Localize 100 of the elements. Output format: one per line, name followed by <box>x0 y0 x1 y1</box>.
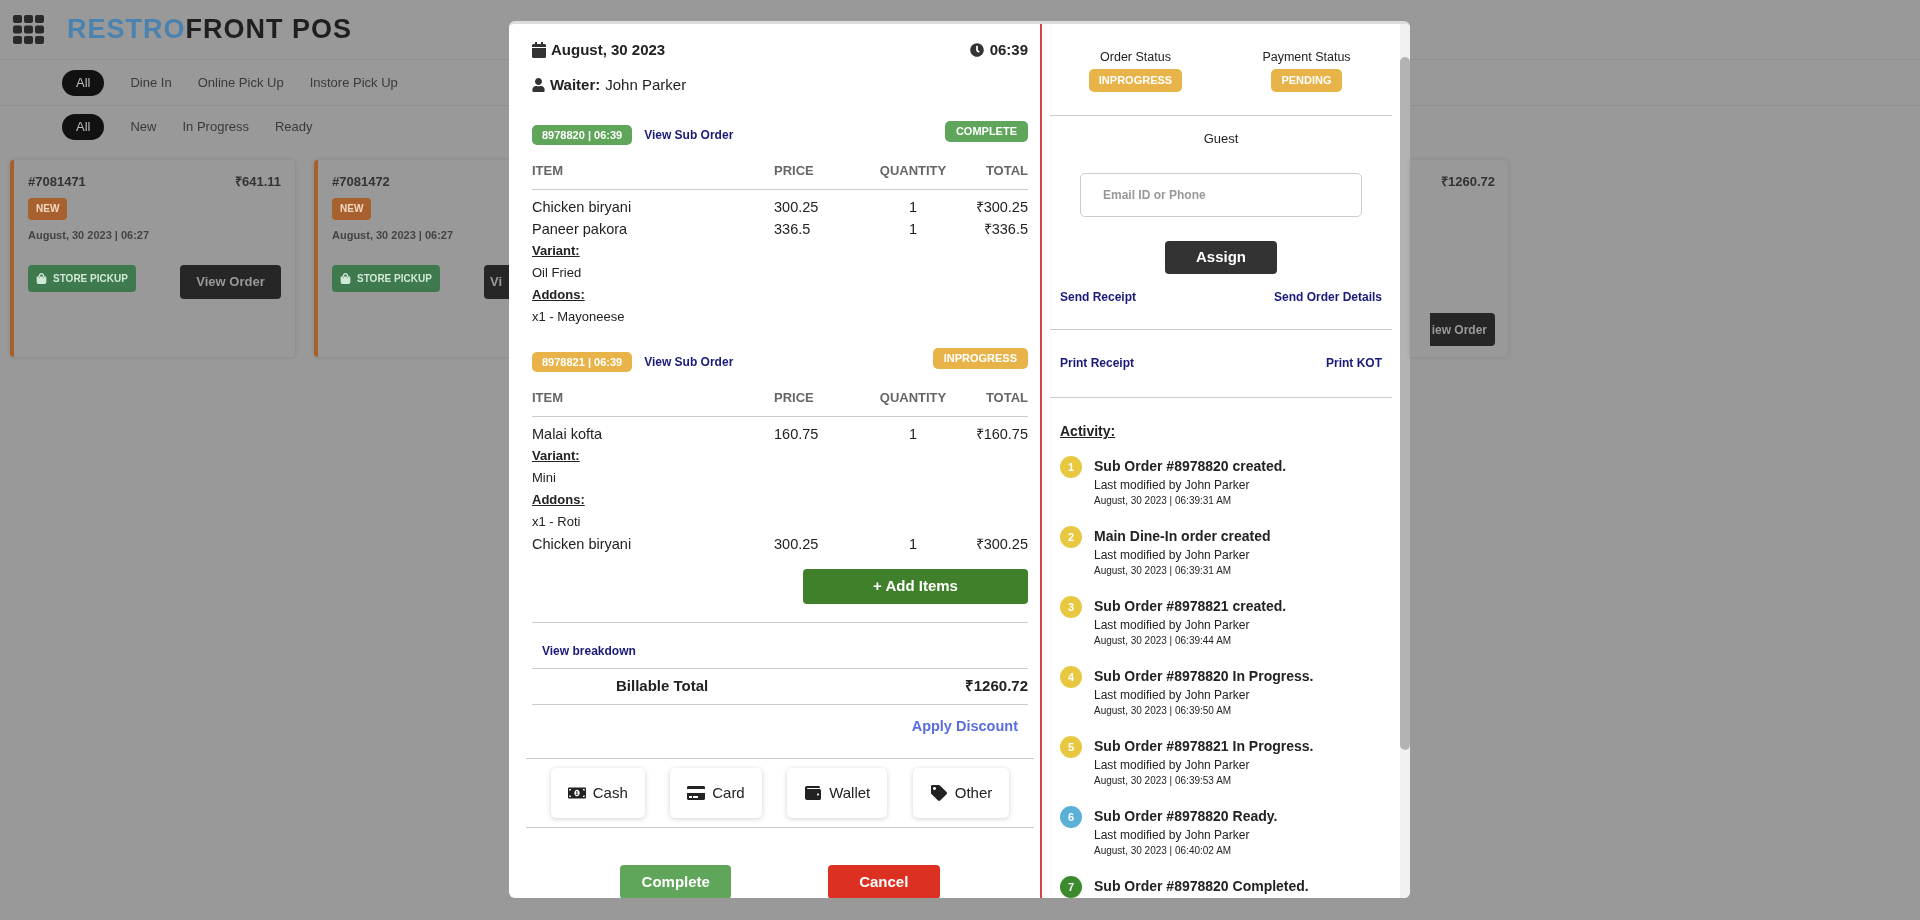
status-label: Payment Status <box>1262 49 1351 66</box>
filter-tab[interactable]: Dine In <box>130 69 172 96</box>
item-total: ₹336.5 <box>982 220 1028 239</box>
activity-time: August, 30 2023 | 06:39:44 AM <box>1094 634 1233 648</box>
variant-label: Variant: <box>532 242 580 260</box>
addons-label: Addons: <box>532 491 585 509</box>
column-header: QUANTITY <box>878 389 948 407</box>
order-amount: ₹641.11 <box>234 173 281 191</box>
view-order-button[interactable]: iew Order <box>1429 313 1495 346</box>
waiter-label: Waiter: <box>550 74 601 95</box>
payment-method-button[interactable]: Cash <box>550 768 645 818</box>
billable-total-amount: ₹1260.72 <box>964 676 1028 697</box>
filter-tab[interactable]: Instore Pick Up <box>309 69 398 96</box>
item-total: ₹300.25 <box>974 535 1028 554</box>
step-number: 6 <box>1060 806 1082 828</box>
variant-value: Oil Fried <box>532 264 582 282</box>
waiter-name: John Parker <box>605 74 687 95</box>
status-badge: PENDING <box>1271 69 1342 92</box>
guest-label: Guest <box>1203 130 1239 148</box>
column-header: PRICE <box>774 162 815 180</box>
step-number: 1 <box>1060 456 1082 478</box>
filter-tab[interactable]: Online Pick Up <box>197 69 284 96</box>
cash-icon <box>567 785 586 801</box>
activity-author: Last modified by John Parker <box>1094 617 1251 634</box>
print-receipt-link[interactable]: Print Receipt <box>1060 354 1134 372</box>
wallet-icon <box>804 785 823 801</box>
column-header: TOTAL <box>984 389 1028 407</box>
contact-field[interactable]: Email ID or Phone <box>1080 173 1362 217</box>
filter-tab[interactable]: New <box>130 114 157 140</box>
filter-tab[interactable]: Ready <box>274 114 313 140</box>
step-number: 7 <box>1060 876 1082 898</box>
user-icon <box>532 78 545 92</box>
item-quantity: 1 <box>907 425 919 444</box>
item-name: Paneer pakora <box>532 220 629 239</box>
bag-icon <box>36 273 47 284</box>
addons-label: Addons: <box>532 286 585 304</box>
filter-tab[interactable]: All <box>62 114 105 140</box>
variant-value: Mini <box>532 469 556 487</box>
print-kot-link[interactable]: Print KOT <box>1326 354 1382 372</box>
activity-title: Sub Order #8978820 Ready. <box>1094 807 1278 826</box>
payment-method-button[interactable]: Other <box>912 768 1010 818</box>
item-quantity: 1 <box>907 198 919 217</box>
status-badge: COMPLETE <box>944 121 1028 142</box>
activity-author: Last modified by John Parker <box>1094 547 1251 564</box>
order-time: 06:39 <box>989 39 1028 60</box>
view-sub-order-link[interactable]: View Sub Order <box>644 126 734 144</box>
activity-author: Last modified by John Parker <box>1094 477 1251 494</box>
send-receipt-link[interactable]: Send Receipt <box>1060 288 1137 306</box>
tag-icon <box>929 785 948 801</box>
assign-button[interactable]: Assign <box>1165 241 1277 274</box>
activity-time: August, 30 2023 | 06:40:02 AM <box>1094 844 1233 858</box>
column-header: QUANTITY <box>878 162 948 180</box>
card-icon <box>687 785 706 801</box>
step-number: 2 <box>1060 526 1082 548</box>
addons-value: x1 - Mayoneese <box>532 308 625 326</box>
order-number: #7081471 <box>28 173 86 191</box>
item-total: ₹160.75 <box>974 425 1028 444</box>
item-price: 300.25 <box>774 198 820 217</box>
apply-discount-link[interactable]: Apply Discount <box>911 717 1018 735</box>
status-badge: INPROGRESS <box>1088 69 1183 92</box>
item-price: 336.5 <box>774 220 812 239</box>
filter-tab[interactable]: In Progress <box>182 114 249 140</box>
payment-method-button[interactable]: Wallet <box>787 768 888 818</box>
activity-author: Last modified by John Parker <box>1094 827 1251 844</box>
activity-title: Sub Order #8978820 created. <box>1094 457 1287 476</box>
item-quantity: 1 <box>907 535 919 554</box>
variant-label: Variant: <box>532 447 580 465</box>
order-number: #7081472 <box>332 173 390 191</box>
step-number: 5 <box>1060 736 1082 758</box>
view-order-button[interactable]: View Order <box>180 265 281 299</box>
cancel-button[interactable]: Cancel <box>827 865 940 898</box>
filter-tab[interactable]: All <box>62 69 105 96</box>
activity-time: August, 30 2023 | 06:39:50 AM <box>1094 704 1233 718</box>
scrollbar[interactable] <box>1400 24 1410 898</box>
menu-icon[interactable] <box>13 14 45 45</box>
column-header: ITEM <box>532 389 565 407</box>
view-breakdown-link[interactable]: View breakdown <box>542 644 636 658</box>
calendar-icon <box>532 42 546 58</box>
activity-time: August, 30 2023 | 06:39:31 AM <box>1094 494 1233 508</box>
add-items-button[interactable]: + Add Items <box>803 569 1028 604</box>
activity-time: August, 30 2023 | 06:39:53 AM <box>1094 774 1233 788</box>
status-badge: NEW <box>28 198 68 220</box>
complete-button[interactable]: Complete <box>620 865 732 898</box>
item-price: 300.25 <box>774 535 820 554</box>
send-order-details-link[interactable]: Send Order Details <box>1273 288 1382 306</box>
payment-method-button[interactable]: Card <box>670 768 762 818</box>
activity-title: Main Dine-In order created <box>1094 527 1271 546</box>
store-pickup-button[interactable]: STORE PICKUP <box>332 265 440 292</box>
sub-order-badge: 8978821 | 06:39 <box>532 352 633 372</box>
store-pickup-button[interactable]: STORE PICKUP <box>28 265 136 292</box>
column-header: TOTAL <box>984 162 1028 180</box>
column-header: ITEM <box>532 162 565 180</box>
view-order-button[interactable]: Vi <box>484 265 509 299</box>
billable-total-label: Billable Total <box>616 676 709 697</box>
status-label: Order Status <box>1100 49 1171 66</box>
activity-title: Sub Order #8978821 In Progress. <box>1094 737 1314 756</box>
bag-icon <box>340 273 351 284</box>
activity-title: Sub Order #8978820 In Progress. <box>1094 667 1314 686</box>
order-date: August, 30 2023 <box>551 39 666 60</box>
view-sub-order-link[interactable]: View Sub Order <box>644 353 734 371</box>
